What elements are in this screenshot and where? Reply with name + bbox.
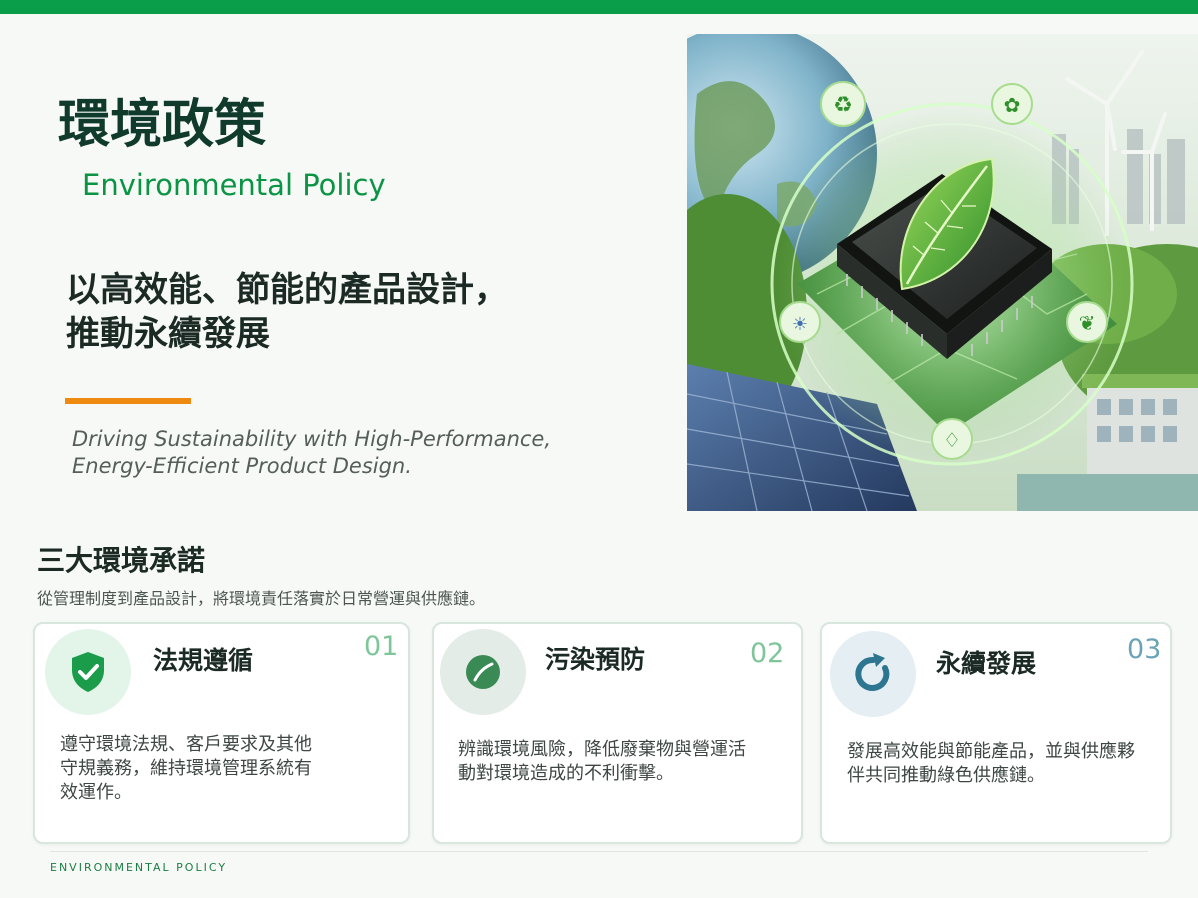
card-text-line: 動對環境造成的不利衝擊。: [458, 763, 674, 784]
card-title: 永續發展: [936, 649, 1037, 678]
svg-text:✿: ✿: [1004, 93, 1021, 117]
footer-label: ENVIRONMENTAL POLICY: [50, 861, 228, 874]
slogan-line-1: 以高效能、節能的產品設計，: [66, 270, 508, 310]
card-title: 污染預防: [545, 645, 646, 674]
slogan-line-2: 推動永續發展: [66, 314, 270, 354]
commitment-card-sustainability: 永續發展 03 發展高效能與節能產品，並與供應夥 伴共同推動綠色供應鏈。: [820, 622, 1172, 844]
card-description: 遵守環境法規、客戶要求及其他 守規義務，維持環境管理系統有 效運作。: [60, 733, 312, 805]
svg-text:♻: ♻: [833, 93, 853, 118]
policy-slogan-english: Driving Sustainability with High-Perform…: [72, 426, 632, 480]
card-number: 01: [364, 631, 399, 662]
footer-divider: [50, 851, 1148, 852]
card-text-line: 辨識環境風險，降低廢棄物與營運活: [458, 739, 746, 760]
subtitle-line-2: Energy-Efficient Product Design.: [72, 454, 412, 478]
card-text-line: 發展高效能與節能產品，並與供應夥: [847, 741, 1135, 762]
accent-divider: [65, 398, 191, 404]
card-description: 辨識環境風險，降低廢棄物與營運活 動對環境造成的不利衝擊。: [458, 738, 746, 786]
green-chip-illustration: ♻ ✿ ❦ ☀ ♢: [687, 34, 1198, 511]
policy-slogan: 以高效能、節能的產品設計， 推動永續發展: [66, 268, 666, 356]
page-title: 環境政策: [58, 95, 267, 155]
commitments-description: 從管理制度到產品設計，將環境責任落實於日常營運與供應鏈。: [37, 589, 486, 608]
commitment-card-compliance: 法規遵循 01 遵守環境法規、客戶要求及其他 守規義務，維持環境管理系統有 效運…: [33, 622, 410, 844]
commitment-card-pollution-prevention: 污染預防 02 辨識環境風險，降低廢棄物與營運活 動對環境造成的不利衝擊。: [432, 622, 803, 844]
svg-text:♢: ♢: [943, 428, 961, 452]
shield-check-icon: [72, 652, 104, 692]
subtitle-line-1: Driving Sustainability with High-Perform…: [72, 427, 552, 451]
card-text-line: 效運作。: [60, 782, 132, 803]
card-text-line: 遵守環境法規、客戶要求及其他: [60, 734, 312, 755]
cycle-arrow-icon: [855, 653, 890, 691]
leaf-icon: [466, 655, 500, 689]
top-brand-bar: [0, 0, 1198, 14]
hero-illustration: ♻ ✿ ❦ ☀ ♢: [687, 34, 1198, 511]
commitments-heading: 三大環境承諾: [37, 544, 206, 577]
card-icon-badge: [440, 629, 526, 715]
card-icon-badge: [830, 631, 916, 717]
card-description: 發展高效能與節能產品，並與供應夥 伴共同推動綠色供應鏈。: [847, 740, 1135, 788]
card-icon-badge: [45, 629, 131, 715]
card-text-line: 守規義務，維持環境管理系統有: [60, 758, 312, 779]
svg-text:❦: ❦: [1079, 311, 1096, 335]
card-number: 02: [750, 638, 785, 669]
card-title: 法規遵循: [153, 646, 254, 675]
card-number: 03: [1127, 634, 1162, 665]
page-title-english: Environmental Policy: [82, 168, 386, 202]
card-text-line: 伴共同推動綠色供應鏈。: [847, 765, 1045, 786]
svg-text:☀: ☀: [792, 314, 808, 335]
